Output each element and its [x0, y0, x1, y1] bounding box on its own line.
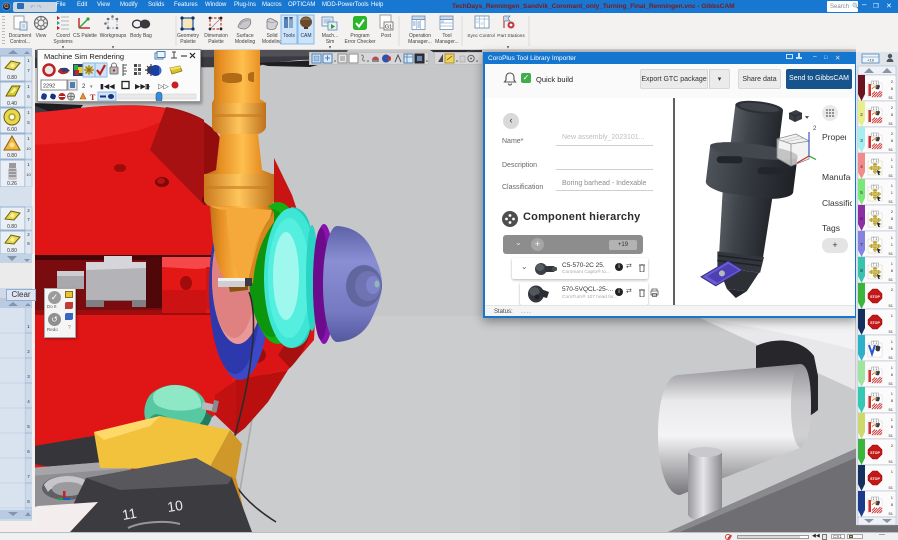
svg-text:51: 51	[889, 381, 894, 386]
svg-text:Sync Control: Sync Control	[467, 33, 494, 39]
svg-text:▷▷: ▷▷	[158, 84, 169, 91]
svg-text:Post: Post	[381, 33, 392, 39]
svg-text:11: 11	[121, 505, 138, 523]
svg-text:51: 51	[889, 329, 894, 334]
svg-text:Part Stations: Part Stations	[497, 33, 525, 39]
svg-text:CS Palette: CS Palette	[73, 33, 97, 39]
svg-text:2: 2	[813, 126, 817, 132]
svg-text:▮◀◀: ▮◀◀	[100, 84, 115, 91]
svg-text:0.80: 0.80	[7, 248, 17, 254]
svg-text:51: 51	[889, 485, 894, 490]
svg-text:Modeling: Modeling	[235, 39, 256, 45]
svg-text:10: 10	[26, 146, 31, 151]
svg-text:10: 10	[26, 172, 31, 177]
svg-text:51: 51	[889, 95, 894, 100]
svg-text:Manager...: Manager...	[435, 39, 459, 45]
svg-text:+19: +19	[867, 58, 875, 63]
svg-text:▷: ▷	[145, 84, 151, 91]
svg-text:0.80: 0.80	[7, 153, 17, 159]
svg-text:51: 51	[889, 225, 894, 230]
svg-text:Modeling: Modeling	[262, 39, 283, 45]
svg-text:6.00: 6.00	[7, 127, 17, 133]
svg-text:Workgroups: Workgroups	[100, 33, 127, 39]
svg-text:51: 51	[889, 121, 894, 126]
svg-text:10: 10	[166, 497, 184, 515]
svg-text:51: 51	[889, 199, 894, 204]
svg-text:51: 51	[889, 407, 894, 412]
svg-text:51: 51	[889, 459, 894, 464]
svg-text:▾: ▾	[507, 45, 510, 50]
svg-text:Body Bag: Body Bag	[130, 33, 152, 39]
svg-text:▾: ▾	[329, 45, 332, 50]
svg-text:Palette: Palette	[208, 39, 224, 45]
svg-text:0.26: 0.26	[7, 181, 17, 187]
svg-text:51: 51	[889, 303, 894, 308]
svg-text:0.80: 0.80	[7, 75, 17, 81]
svg-text:51: 51	[889, 277, 894, 282]
svg-text:Manager...: Manager...	[408, 39, 432, 45]
svg-text:51: 51	[889, 173, 894, 178]
svg-text:▾: ▾	[90, 84, 93, 90]
svg-text:Control...: Control...	[10, 39, 30, 45]
svg-text:T: T	[90, 93, 96, 101]
svg-text:51: 51	[889, 355, 894, 360]
svg-text:View: View	[36, 33, 47, 39]
svg-text:0.80: 0.80	[7, 224, 17, 230]
svg-text:0.40: 0.40	[7, 101, 17, 107]
svg-text:51: 51	[889, 251, 894, 256]
svg-text:Palette: Palette	[180, 39, 196, 45]
svg-text:Tools: Tools	[283, 33, 295, 39]
svg-text:2: 2	[82, 84, 86, 90]
svg-text:2292: 2292	[43, 84, 55, 90]
svg-text:CAM: CAM	[300, 33, 311, 39]
svg-text:51: 51	[889, 433, 894, 438]
svg-text:G1: G1	[385, 25, 392, 31]
svg-text:51: 51	[889, 147, 894, 152]
svg-text:51: 51	[889, 511, 894, 516]
svg-text:Error Checker: Error Checker	[344, 39, 375, 45]
